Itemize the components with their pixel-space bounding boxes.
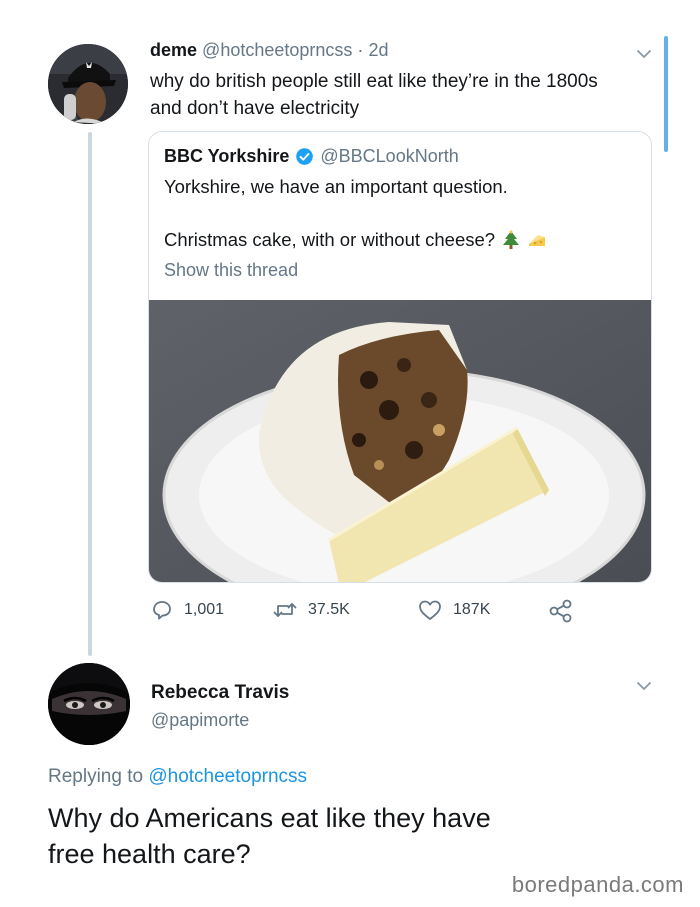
like-action[interactable]: 187K bbox=[417, 598, 490, 622]
share-action[interactable] bbox=[548, 598, 574, 624]
tweet-text: why do british people still eat like the… bbox=[150, 68, 650, 122]
quoted-text-line: Yorkshire, we have an important question… bbox=[164, 176, 508, 197]
avatar-rebecca-travis[interactable] bbox=[48, 663, 130, 745]
scrollbar[interactable] bbox=[664, 36, 668, 152]
quoted-author-handle: @BBCLookNorth bbox=[320, 146, 459, 166]
avatar-deme[interactable] bbox=[48, 44, 128, 124]
chevron-down-icon[interactable] bbox=[636, 678, 652, 694]
reply-count: 1,001 bbox=[184, 601, 225, 618]
tweet-header: deme @hotcheetoprncss · 2d bbox=[150, 40, 388, 61]
tweet-author-handle[interactable]: @hotcheetoprncss bbox=[202, 40, 352, 60]
quoted-text-line-2: Christmas cake, with or without cheese? bbox=[164, 229, 547, 251]
reply-author-handle[interactable]: @papimorte bbox=[151, 710, 249, 731]
christmas-cake-photo[interactable] bbox=[149, 300, 652, 583]
tweet-author-name[interactable]: deme bbox=[150, 40, 197, 60]
christmas-tree-icon bbox=[503, 230, 520, 249]
retweet-icon bbox=[273, 603, 297, 617]
reply-text: Why do Americans eat like they have free… bbox=[48, 800, 608, 872]
replying-to-prefix: Replying to bbox=[48, 766, 144, 787]
like-count: 187K bbox=[453, 601, 491, 618]
tweet-text-line: why do british people still eat like the… bbox=[150, 71, 598, 92]
reply-text-line: Why do Americans eat like they have bbox=[48, 803, 491, 833]
reply-author-name[interactable]: Rebecca Travis bbox=[151, 682, 289, 704]
retweet-count: 37.5K bbox=[308, 601, 350, 618]
verified-badge-icon bbox=[296, 148, 314, 165]
reply-text-line: free health care? bbox=[48, 839, 251, 869]
replying-to-handle-link[interactable]: @hotcheetoprncss bbox=[148, 766, 307, 787]
tweet-separator: · bbox=[357, 40, 364, 60]
tweet-timestamp[interactable]: 2d bbox=[368, 40, 388, 60]
heart-icon bbox=[419, 600, 441, 620]
replying-to-line: Replying to @hotcheetoprncss bbox=[48, 766, 307, 788]
tweet-text-line: and don’t have electricity bbox=[150, 98, 360, 119]
watermark: boredpanda.com bbox=[511, 872, 684, 897]
cheese-icon bbox=[529, 235, 546, 246]
quoted-tweet-header: BBC Yorkshire @BBCLookNorth bbox=[164, 146, 459, 167]
chevron-down-icon[interactable] bbox=[636, 46, 652, 62]
quoted-text-line: Christmas cake, with or without cheese? bbox=[164, 229, 496, 250]
show-thread-link[interactable]: Show this thread bbox=[164, 260, 298, 281]
thread-connector-line bbox=[88, 132, 92, 656]
quoted-tweet-card[interactable]: BBC Yorkshire @BBCLookNorth Yorkshire, w… bbox=[148, 131, 652, 583]
quoted-author-name: BBC Yorkshire bbox=[164, 146, 290, 166]
reply-action[interactable]: 1,001 bbox=[150, 598, 224, 622]
retweet-action[interactable]: 37.5K bbox=[272, 598, 350, 622]
reply-icon bbox=[153, 601, 171, 620]
share-icon bbox=[549, 599, 572, 623]
